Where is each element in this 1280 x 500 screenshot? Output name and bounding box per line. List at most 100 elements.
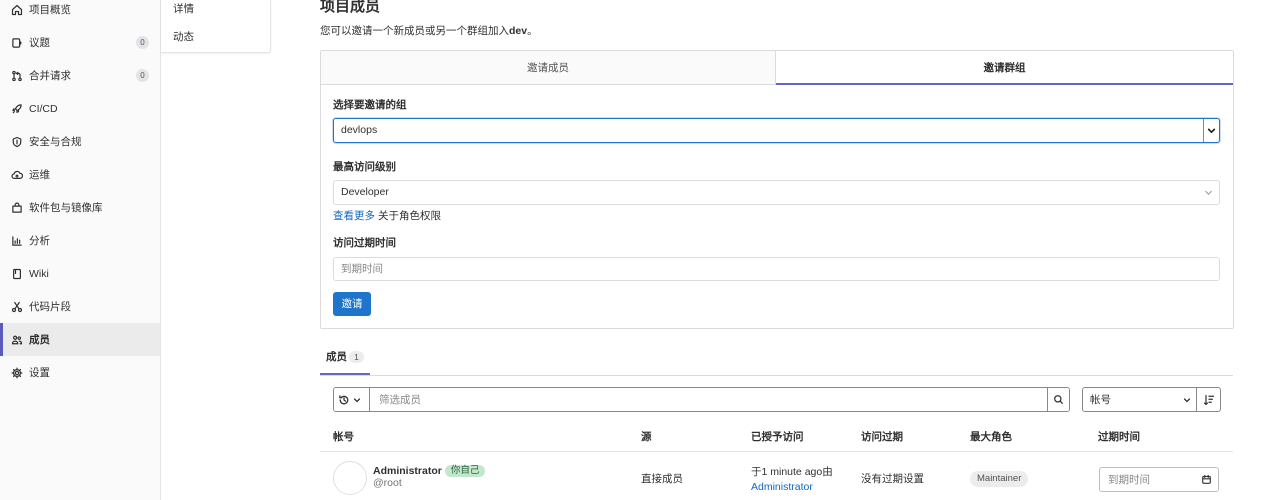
granted-by-link[interactable]: Administrator [751, 480, 813, 494]
permissions-help-text: 关于角色权限 [378, 210, 441, 222]
group-select-label: 选择要邀请的组 [333, 99, 407, 111]
sidebar-item-issues[interactable]: 议题 0 [0, 26, 160, 59]
sidebar-nav: 项目概览 议题 0 合并请求 0 CI/CD 安全与合规 运维 软件包与镜像库 [0, 0, 160, 389]
chart-icon [11, 235, 23, 247]
sidebar-item-label: 项目概览 [29, 3, 71, 16]
sidebar-flyout-menu: 详情 动态 [161, 0, 271, 53]
expiry-label: 访问过期时间 [333, 237, 396, 249]
column-header-access-expiry: 访问过期 [861, 431, 903, 443]
book-icon [11, 268, 23, 280]
merge-request-icon [11, 70, 23, 82]
subtitle-suffix: 。 [527, 25, 538, 37]
sidebar-item-label: 软件包与镜像库 [29, 201, 103, 214]
merge-requests-count-badge: 0 [136, 69, 149, 82]
member-expiry-datepicker[interactable] [1099, 467, 1219, 492]
tab-invite-group[interactable]: 邀请群组 [776, 51, 1233, 85]
sidebar-item-label: 分析 [29, 234, 50, 247]
sort-controls: 帐号 [1082, 387, 1221, 412]
access-expiry-text: 没有过期设置 [861, 473, 924, 485]
permissions-help: 查看更多 关于角色权限 [333, 209, 441, 223]
tab-members[interactable]: 成员 [326, 350, 347, 364]
sidebar-item-wiki[interactable]: Wiki [0, 257, 160, 290]
project-sidebar: 项目概览 议题 0 合并请求 0 CI/CD 安全与合规 运维 软件包与镜像库 [0, 0, 161, 500]
sidebar-item-packages-registries[interactable]: 软件包与镜像库 [0, 191, 160, 224]
tabs-divider [320, 375, 1233, 376]
users-icon [11, 334, 23, 346]
sidebar-item-snippets[interactable]: 代码片段 [0, 290, 160, 323]
permissions-link[interactable]: 查看更多 [333, 210, 375, 222]
access-level-label: 最高访问级别 [333, 161, 396, 173]
chevron-down-icon [1204, 188, 1213, 197]
column-header-expiration: 过期时间 [1098, 431, 1140, 443]
sort-field-dropdown[interactable]: 帐号 [1082, 387, 1197, 412]
gear-icon [11, 367, 23, 379]
issues-icon [11, 37, 23, 49]
scissors-icon [11, 301, 23, 313]
table-header-divider [320, 451, 1233, 452]
flyout-item-activity[interactable]: 动态 [173, 30, 194, 44]
member-username: @root [373, 477, 402, 489]
sidebar-item-label: 合并请求 [29, 69, 71, 82]
sort-direction-button[interactable] [1197, 387, 1221, 412]
subtitle-text: 您可以邀请一个新成员或另一个群组加入 [320, 25, 509, 37]
tab-invite-members[interactable]: 邀请成员 [321, 51, 776, 85]
issues-count-badge: 0 [136, 36, 149, 49]
shield-icon [11, 136, 23, 148]
sidebar-item-label: CI/CD [29, 102, 58, 115]
invite-button[interactable]: 邀请 [333, 292, 371, 316]
search-button[interactable] [1047, 388, 1069, 411]
member-expiry-input[interactable] [1101, 469, 1197, 490]
group-select-value: devlops [341, 124, 378, 136]
calendar-icon[interactable] [1201, 474, 1212, 485]
column-header-max-role[interactable]: 最大角色 [970, 430, 1012, 444]
flyout-item-details[interactable]: 详情 [173, 2, 194, 16]
sidebar-item-merge-requests[interactable]: 合并请求 0 [0, 59, 160, 92]
history-icon [338, 394, 350, 406]
home-icon [11, 4, 23, 16]
chevron-down-icon [353, 396, 361, 404]
sidebar-item-label: 设置 [29, 366, 50, 379]
page-title: 项目成员 [320, 0, 381, 15]
you-badge: 你自己 [444, 465, 486, 477]
column-header-account[interactable]: 帐号 [333, 430, 354, 444]
chevron-down-icon [1183, 396, 1191, 404]
sort-field-value: 帐号 [1090, 394, 1111, 406]
invite-card: 邀请成员 邀请群组 选择要邀请的组 devlops 最高访问级别 Develop… [320, 50, 1234, 329]
project-name: dev [509, 25, 528, 37]
package-icon [11, 202, 23, 214]
member-filter-bar [333, 387, 1070, 412]
sidebar-item-label: 安全与合规 [29, 135, 82, 148]
max-role-badge: Maintainer [970, 471, 1029, 487]
member-source: 直接成员 [641, 473, 683, 485]
group-select[interactable]: devlops [333, 118, 1220, 143]
sidebar-item-label: 成员 [29, 333, 50, 346]
filter-members-input[interactable] [370, 388, 1047, 411]
column-header-access-granted[interactable]: 已授予访问 [751, 430, 804, 444]
expiry-date-input[interactable] [333, 257, 1220, 281]
search-icon [1053, 394, 1064, 405]
avatar[interactable] [333, 461, 367, 495]
recent-searches-button[interactable] [334, 388, 370, 411]
sidebar-item-label: 运维 [29, 168, 50, 181]
active-tab-indicator [320, 373, 370, 375]
sidebar-item-label: Wiki [29, 267, 49, 280]
sidebar-item-members[interactable]: 成员 [0, 323, 160, 356]
sidebar-item-project-overview[interactable]: 项目概览 [0, 0, 160, 26]
rocket-icon [11, 103, 23, 115]
access-level-select[interactable]: Developer [333, 180, 1220, 205]
members-count-badge: 1 [349, 351, 364, 363]
access-level-value: Developer [341, 186, 389, 198]
sidebar-item-settings[interactable]: 设置 [0, 356, 160, 389]
sort-ascending-icon [1203, 394, 1215, 406]
cloud-icon [11, 169, 23, 181]
sidebar-item-ci-cd[interactable]: CI/CD [0, 92, 160, 125]
sidebar-item-operations[interactable]: 运维 [0, 158, 160, 191]
sidebar-item-analytics[interactable]: 分析 [0, 224, 160, 257]
sidebar-item-label: 代码片段 [29, 300, 71, 313]
chevron-down-icon[interactable] [1203, 119, 1219, 142]
column-header-source: 源 [641, 431, 652, 443]
access-granted-text: 于1 minute ago由 [751, 466, 833, 478]
sidebar-item-security-compliance[interactable]: 安全与合规 [0, 125, 160, 158]
page-subtitle: 您可以邀请一个新成员或另一个群组加入dev。 [320, 24, 538, 38]
sidebar-item-label: 议题 [29, 36, 50, 49]
